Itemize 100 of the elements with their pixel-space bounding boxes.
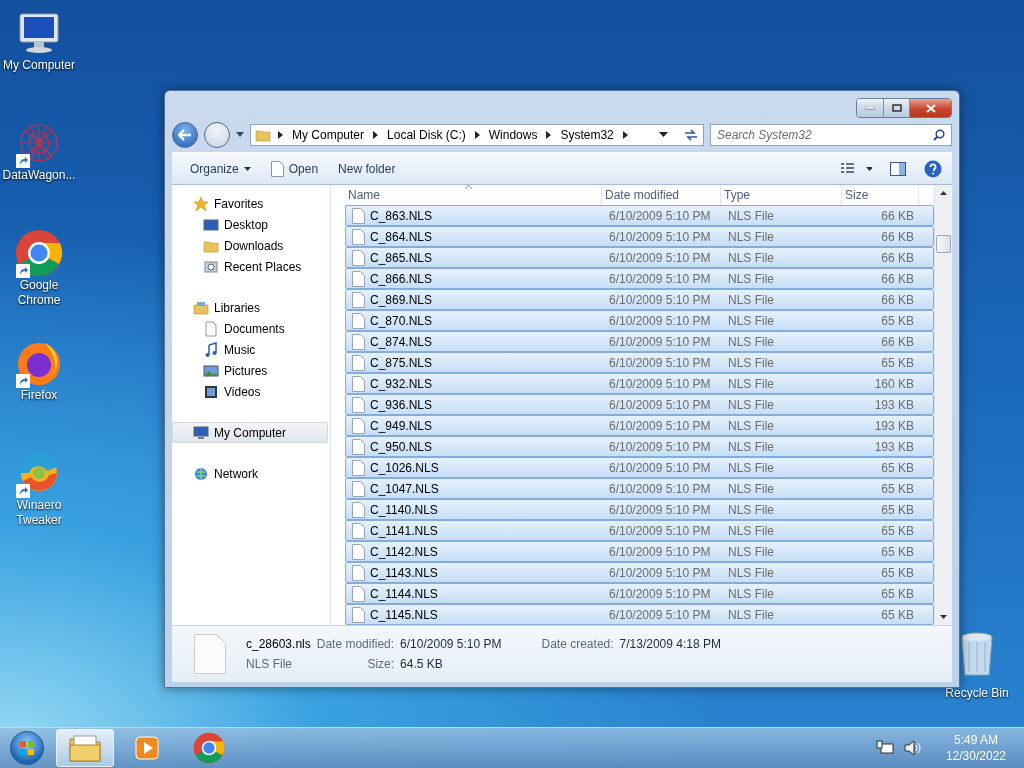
back-button[interactable] xyxy=(172,121,198,148)
date-modified: 6/10/2009 5:10 PM xyxy=(609,439,711,454)
file-size: 66 KB xyxy=(881,292,914,307)
minimize-icon xyxy=(865,106,875,110)
network-icon[interactable] xyxy=(875,740,894,756)
navigation-item[interactable]: Documents xyxy=(172,318,328,340)
file-row[interactable]: C_1142.NLS 6/10/2009 5:10 PM NLS File 65 KB xyxy=(345,541,934,563)
taskbar-button[interactable] xyxy=(56,729,114,767)
file-name: C_1141.NLS xyxy=(370,523,438,538)
file-row[interactable]: C_864.NLS 6/10/2009 5:10 PM NLS File 66 KB xyxy=(345,226,934,248)
file-row[interactable]: C_866.NLS 6/10/2009 5:10 PM NLS File 66 KB xyxy=(345,268,934,290)
navigation-item[interactable]: Favorites xyxy=(172,193,328,215)
file-row[interactable]: C_950.NLS 6/10/2009 5:10 PM NLS File 193 KB xyxy=(345,436,934,458)
help-icon[interactable] xyxy=(924,159,942,178)
file-row[interactable]: C_870.NLS 6/10/2009 5:10 PM NLS File 65 KB xyxy=(345,310,934,332)
maximize-button[interactable] xyxy=(883,99,909,117)
file-row[interactable]: C_875.NLS 6/10/2009 5:10 PM NLS File 65 KB xyxy=(345,352,934,374)
file-name: C_1047.NLS xyxy=(370,481,439,496)
desktop-shortcut[interactable]: Firefox xyxy=(0,338,78,430)
file-row[interactable]: C_1144.NLS 6/10/2009 5:10 PM NLS File 65 KB xyxy=(345,583,934,605)
file-type: NLS File xyxy=(728,502,774,517)
library-icon xyxy=(193,299,209,316)
navigation-item[interactable]: Recent Places xyxy=(172,256,328,278)
file-row[interactable]: C_1145.NLS 6/10/2009 5:10 PM NLS File 65 KB xyxy=(345,604,934,626)
search-icon[interactable] xyxy=(933,128,945,141)
recycle-bin-icon xyxy=(959,632,995,678)
file-row[interactable]: C_1140.NLS 6/10/2009 5:10 PM NLS File 65 KB xyxy=(345,499,934,521)
computer-icon xyxy=(16,12,62,54)
file-size: 65 KB xyxy=(881,544,914,559)
shortcut-label: My Computer xyxy=(2,58,76,73)
navigation-item[interactable]: Downloads xyxy=(172,235,328,257)
date-modified: 6/10/2009 5:10 PM xyxy=(609,271,711,286)
file-name: C_950.NLS xyxy=(370,439,433,454)
date-modified: 6/10/2009 5:10 PM xyxy=(609,229,711,244)
navigation-item[interactable]: Desktop xyxy=(172,214,328,236)
file-row[interactable]: C_932.NLS 6/10/2009 5:10 PM NLS File 160 KB xyxy=(345,373,934,395)
file-size: 65 KB xyxy=(881,460,914,475)
breadcrumb-item[interactable]: System32 xyxy=(558,127,616,142)
picture-icon xyxy=(203,362,219,379)
file-size: 65 KB xyxy=(881,481,914,496)
speaker-icon[interactable] xyxy=(903,740,922,756)
detail-value: 64.5 KB xyxy=(400,657,444,672)
file-row[interactable]: C_874.NLS 6/10/2009 5:10 PM NLS File 66 KB xyxy=(345,331,934,353)
file-size: 193 KB xyxy=(874,418,914,433)
file-row[interactable]: C_949.NLS 6/10/2009 5:10 PM NLS File 193 KB xyxy=(345,415,934,437)
address-bar[interactable]: My Computer Local Disk (C:) Windows System32 xyxy=(250,123,704,146)
toolbar-button[interactable]: Open xyxy=(262,156,327,181)
navigation-item[interactable]: My Computer xyxy=(172,422,328,444)
breadcrumb-item[interactable]: My Computer xyxy=(290,127,367,142)
toolbar-button[interactable]: Organize xyxy=(182,157,259,180)
file-row[interactable]: C_1047.NLS 6/10/2009 5:10 PM NLS File 65 KB xyxy=(345,478,934,500)
recycle-bin-shortcut[interactable]: Recycle Bin xyxy=(942,632,1012,701)
breadcrumb-item[interactable]: Local Disk (C:) xyxy=(385,127,468,142)
forward-button[interactable] xyxy=(204,121,230,148)
file-row[interactable]: C_1026.NLS 6/10/2009 5:10 PM NLS File 65 KB xyxy=(345,457,934,479)
desktop-shortcut[interactable]: DataWagon... xyxy=(0,118,78,210)
navigation-item[interactable]: Videos xyxy=(172,381,328,403)
scrollbar-thumb[interactable] xyxy=(936,235,951,254)
desktop-shortcut[interactable]: Google Chrome xyxy=(0,228,78,320)
file-row[interactable]: C_1141.NLS 6/10/2009 5:10 PM NLS File 65 KB xyxy=(345,520,934,542)
file-icon xyxy=(352,207,365,224)
film-icon xyxy=(203,383,219,400)
navigation-item[interactable]: Network xyxy=(172,463,328,485)
file-icon xyxy=(352,543,365,560)
file-row[interactable]: C_863.NLS 6/10/2009 5:10 PM NLS File 66 KB xyxy=(345,205,934,227)
close-button[interactable] xyxy=(909,99,951,117)
navigation-item[interactable]: Libraries xyxy=(172,297,328,319)
breadcrumb-item[interactable]: Windows xyxy=(486,127,540,142)
dropdown-caret-icon[interactable] xyxy=(659,132,668,138)
search-field[interactable]: Search System32 xyxy=(710,123,952,146)
file-row[interactable]: C_869.NLS 6/10/2009 5:10 PM NLS File 66 KB xyxy=(345,289,934,311)
navigation-item[interactable]: Pictures xyxy=(172,360,328,382)
breadcrumb-arrow-icon xyxy=(546,130,552,139)
file-size: 66 KB xyxy=(881,229,914,244)
file-type: NLS File xyxy=(728,397,774,412)
start-button[interactable] xyxy=(10,731,44,765)
vertical-scrollbar[interactable] xyxy=(934,185,952,626)
caret-icon[interactable] xyxy=(236,132,244,138)
shortcut-label: Firefox xyxy=(19,388,59,403)
desktop-icon xyxy=(203,216,219,233)
file-row[interactable]: C_1143.NLS 6/10/2009 5:10 PM NLS File 65 KB xyxy=(345,562,934,584)
file-icon xyxy=(352,606,365,623)
file-row[interactable]: C_936.NLS 6/10/2009 5:10 PM NLS File 193 KB xyxy=(345,394,934,416)
file-type: NLS File xyxy=(728,271,774,286)
toolbar-button[interactable]: New folder xyxy=(330,157,404,180)
music-note-icon xyxy=(203,341,219,358)
file-type: NLS File xyxy=(728,355,774,370)
file-name: C_870.NLS xyxy=(370,313,433,328)
scroll-up-icon[interactable] xyxy=(940,191,947,196)
navigation-item[interactable]: Music xyxy=(172,339,328,361)
refresh-icon[interactable] xyxy=(683,127,699,142)
desktop-shortcut[interactable]: My Computer xyxy=(0,8,78,100)
view-options-icon[interactable] xyxy=(840,162,872,175)
scroll-down-icon[interactable] xyxy=(940,615,947,620)
file-name: C_865.NLS xyxy=(370,250,433,265)
file-icon xyxy=(352,270,365,287)
file-row[interactable]: C_865.NLS 6/10/2009 5:10 PM NLS File 66 KB xyxy=(345,247,934,269)
file-icon xyxy=(352,522,365,539)
preview-pane-icon[interactable] xyxy=(890,161,906,176)
file-type: NLS File xyxy=(728,523,774,538)
